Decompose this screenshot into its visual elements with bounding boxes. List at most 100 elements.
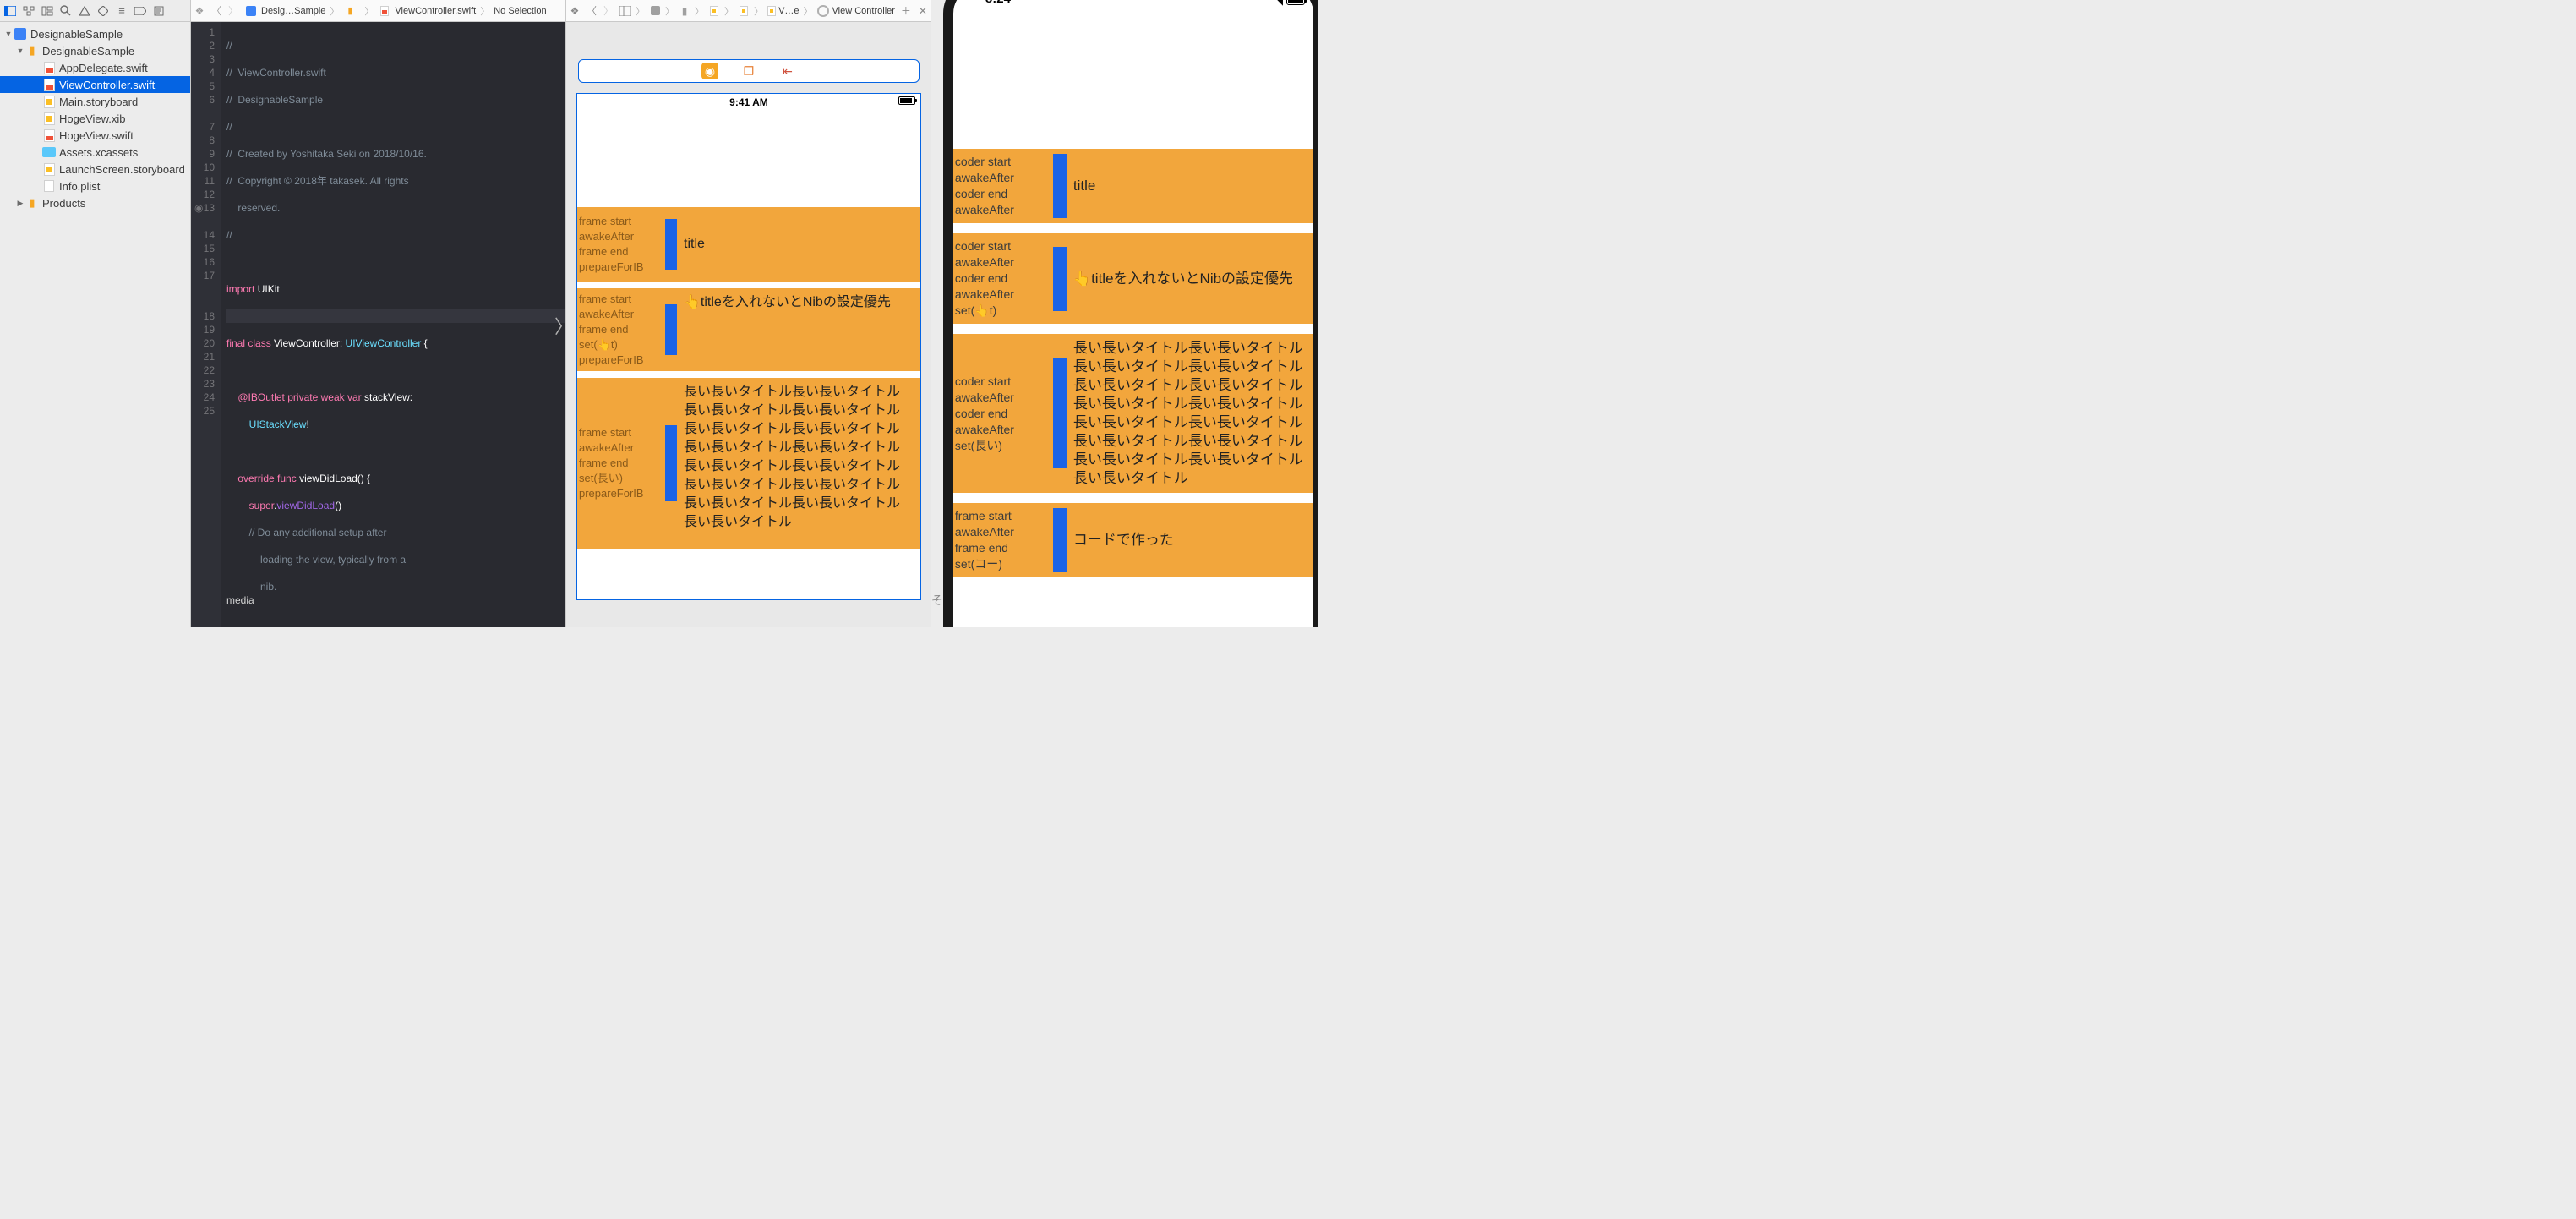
back-button[interactable]: 〈: [583, 3, 600, 19]
jump-seg-label: V…e: [778, 6, 799, 16]
swift-file-icon: [380, 6, 389, 16]
first-responder-dock-icon[interactable]: ❒: [740, 63, 757, 79]
blue-bar: [665, 304, 677, 355]
symbol-navigator-icon[interactable]: [39, 3, 56, 19]
simulator: 8:24 ◥ coder start awakeAfter coder end …: [931, 0, 1318, 627]
project-icon: [14, 28, 26, 40]
code-line: //: [226, 229, 232, 241]
storyboard-icon: [44, 96, 55, 108]
jump-folder-segment[interactable]: ▮: [341, 4, 363, 18]
log-line: frame end: [579, 244, 665, 260]
code-token: @IBOutlet: [237, 391, 285, 403]
code-token: final: [226, 337, 245, 349]
file-navigator-icon[interactable]: [2, 3, 19, 19]
report-navigator-icon[interactable]: [150, 3, 167, 19]
disclosure-triangle-icon[interactable]: ▼: [15, 46, 25, 56]
simulator-device[interactable]: 8:24 ◥ coder start awakeAfter coder end …: [943, 0, 1318, 627]
jump-scene-segment[interactable]: V…e: [765, 6, 802, 16]
scene-icon: [767, 6, 776, 16]
interface-builder: 〉 ❖ 〈 〉 〉 〉 ▮ 〉 〉 〉 V…e 〉 View Controlle…: [566, 0, 931, 627]
file-label: HogeView.xib: [59, 112, 126, 125]
disclosure-triangle-icon[interactable]: ▶: [15, 198, 25, 208]
log-line: awakeAfter: [955, 524, 1051, 540]
related-items-icon[interactable]: ❖: [566, 3, 583, 19]
ib-canvas[interactable]: ◉ ❒ ⇤ 9:41 AM frame start awakeAfter fra…: [566, 22, 931, 627]
breakpoint-navigator-icon[interactable]: [132, 3, 149, 19]
file-node[interactable]: HogeView.swift: [0, 127, 190, 144]
assistant-jump-bar: ❖ 〈 〉 〉 〉 ▮ 〉 〉 〉 V…e 〉 View Controller …: [566, 0, 931, 22]
battery-icon: [1286, 0, 1305, 5]
code-token: super: [249, 500, 274, 511]
file-node[interactable]: Assets.xcassets: [0, 144, 190, 161]
file-node[interactable]: LaunchScreen.storyboard: [0, 161, 190, 178]
counterparts-icon[interactable]: [617, 3, 634, 19]
storyboard-icon[interactable]: [706, 3, 723, 19]
log-line: prepareForIB: [579, 260, 665, 275]
exit-dock-icon[interactable]: ⇤: [779, 63, 796, 79]
hoge-view-row[interactable]: frame start awakeAfter frame end set(👆t)…: [577, 285, 920, 374]
code-token: viewDidLoad: [276, 500, 335, 511]
jump-project-segment[interactable]: Desig…Sample: [242, 4, 328, 18]
title-label: コードで作った: [1067, 503, 1313, 577]
code-text[interactable]: // // ViewController.swift // Designable…: [221, 22, 565, 627]
log-line: prepareForIB: [579, 353, 665, 368]
storyboard-icon[interactable]: [735, 3, 752, 19]
viewcontroller-dock-icon[interactable]: ◉: [701, 63, 718, 79]
related-items-icon[interactable]: ❖: [191, 3, 208, 19]
sim-status-bar: 8:24 ◥: [953, 0, 1313, 17]
products-node[interactable]: ▶ ▮ Products: [0, 194, 190, 211]
file-node[interactable]: AppDelegate.swift: [0, 59, 190, 76]
debug-navigator-icon[interactable]: ≡: [113, 3, 130, 19]
jump-seg-label: Desig…Sample: [261, 6, 325, 16]
ib-stackview[interactable]: frame start awakeAfter frame end prepare…: [577, 204, 920, 552]
code-token: func: [277, 473, 297, 484]
source-control-navigator-icon[interactable]: [20, 3, 37, 19]
outlet-connection-icon[interactable]: ◉: [194, 201, 203, 215]
file-node[interactable]: Main.storyboard: [0, 93, 190, 110]
jump-symbol-segment[interactable]: No Selection: [491, 6, 548, 16]
code-area[interactable]: 123456789101112◉131415161718192021222324…: [191, 22, 565, 627]
products-label: Products: [42, 197, 85, 210]
file-node[interactable]: Info.plist: [0, 178, 190, 194]
close-assistant-icon[interactable]: ✕: [914, 3, 931, 19]
blue-bar: [1053, 508, 1067, 572]
title-label: 👆titleを入れないとNibの設定優先: [1067, 233, 1313, 324]
status-time: 9:41 AM: [729, 96, 768, 108]
back-button[interactable]: 〈: [208, 3, 225, 19]
ib-device-frame[interactable]: 9:41 AM frame start awakeAfter frame end…: [576, 93, 921, 600]
add-assistant-icon[interactable]: ＋: [898, 3, 914, 19]
sim-time: 8:24: [985, 0, 1011, 6]
gutter[interactable]: 123456789101112◉131415161718192021222324…: [191, 22, 221, 627]
jump-bar: ❖ 〈 〉 Desig…Sample 〉 ▮ 〉 ViewController.…: [191, 0, 565, 22]
file-node[interactable]: HogeView.xib: [0, 110, 190, 127]
folder-icon: ▮: [25, 196, 39, 210]
log-line: set(👆t): [579, 337, 665, 353]
code-line: // ViewController.swift: [226, 67, 326, 79]
folder-icon[interactable]: ▮: [676, 3, 693, 19]
file-node-selected[interactable]: ViewController.swift: [0, 76, 190, 93]
find-navigator-icon[interactable]: [57, 3, 74, 19]
project-icon[interactable]: [647, 3, 663, 19]
group-node[interactable]: ▼ ▮ DesignableSample: [0, 42, 190, 59]
jump-file-segment[interactable]: ViewController.swift: [375, 4, 478, 18]
file-label: LaunchScreen.storyboard: [59, 163, 185, 176]
hoge-view-row: coder start awakeAfter coder end awakeAf…: [953, 144, 1313, 228]
jump-seg-label: ViewController.swift: [395, 6, 476, 16]
project-node[interactable]: ▼ DesignableSample: [0, 25, 190, 42]
forward-button[interactable]: 〉: [600, 3, 617, 19]
code-token: viewDidLoad: [299, 473, 357, 484]
jump-viewcontroller-segment[interactable]: View Controller: [815, 5, 898, 17]
log-line: awakeAfter: [955, 422, 1051, 438]
log-line: awakeAfter: [955, 287, 1051, 303]
log-column: coder start awakeAfter coder end awakeAf…: [953, 233, 1053, 324]
scene-dock[interactable]: ◉ ❒ ⇤: [578, 59, 920, 83]
disclosure-triangle-icon[interactable]: ▼: [3, 29, 14, 39]
log-line: awakeAfter: [579, 307, 665, 322]
issue-navigator-icon[interactable]: [76, 3, 93, 19]
code-token: UIViewController: [346, 337, 422, 349]
forward-button[interactable]: 〉: [225, 3, 242, 19]
hoge-view-row[interactable]: frame start awakeAfter frame end prepare…: [577, 204, 920, 285]
hoge-view-row[interactable]: frame start awakeAfter frame end set(長い)…: [577, 374, 920, 552]
test-navigator-icon[interactable]: [95, 3, 112, 19]
title-label: 長い長いタイトル長い長いタイトル長い長いタイトル長い長いタイトル長い長いタイトル…: [677, 378, 920, 549]
